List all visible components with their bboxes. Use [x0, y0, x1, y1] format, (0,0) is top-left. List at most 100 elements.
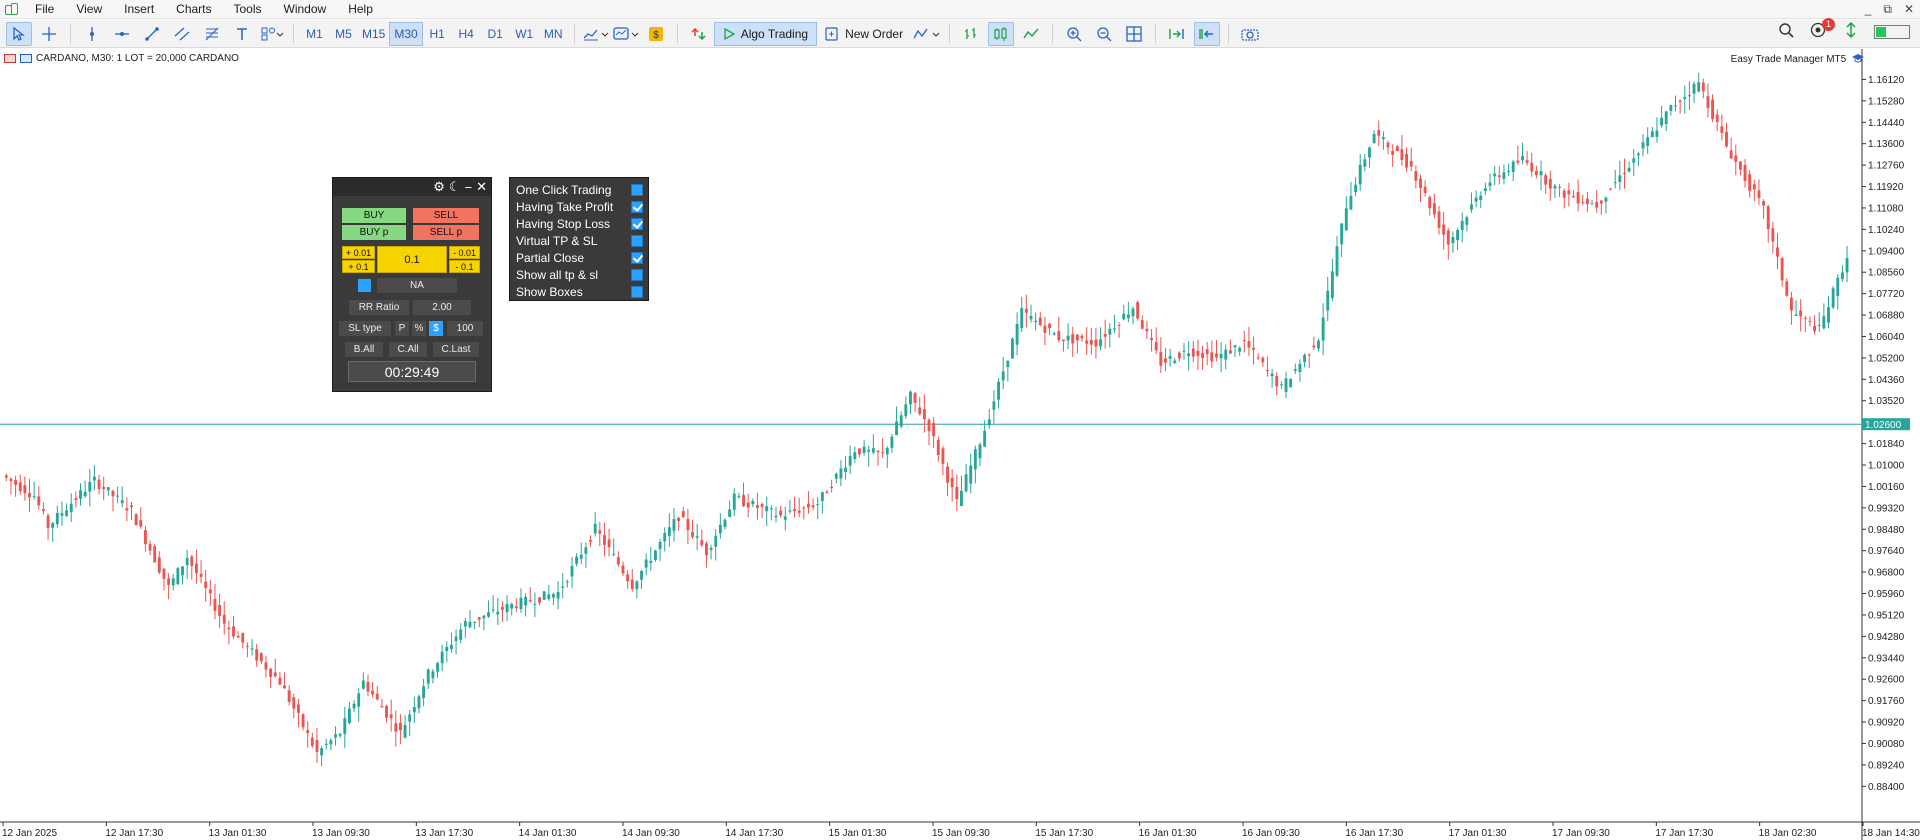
vertical-line-button[interactable] [79, 22, 105, 46]
option-checkbox[interactable] [631, 234, 643, 247]
buy-pending-button[interactable]: BUY p [342, 225, 406, 240]
timeframe-m5[interactable]: M5 [329, 22, 358, 46]
candle-body [1827, 307, 1830, 323]
search-button[interactable] [1778, 22, 1794, 41]
svg-text:$: $ [653, 30, 659, 41]
candle-body [1354, 184, 1358, 193]
candle-body [1409, 160, 1413, 167]
minimize-icon[interactable]: _ [1865, 0, 1872, 19]
notifications-button[interactable]: 1 [1810, 18, 1835, 41]
channel-button[interactable] [169, 22, 195, 46]
fibonacci-button[interactable] [199, 22, 225, 46]
lot-plus-001-button[interactable]: + 0.01 [342, 246, 375, 259]
candle-body [1789, 297, 1793, 311]
candle-body [1757, 190, 1761, 199]
option-having-stop-loss[interactable]: Having Stop Loss [510, 215, 648, 232]
close-all-button[interactable]: C.All [389, 342, 427, 357]
market-button[interactable]: $ [643, 22, 669, 46]
timeframe-d1[interactable]: D1 [481, 22, 510, 46]
candle-body [1173, 360, 1177, 364]
menu-window[interactable]: Window [273, 0, 338, 19]
price-chart[interactable]: 1.16120 1.15280 1.14440 1.13600 1.12760 1.119… [0, 49, 1920, 840]
signals-button[interactable] [913, 22, 941, 46]
option-show-boxes[interactable]: Show Boxes [510, 283, 648, 300]
timeframe-h1[interactable]: H1 [423, 22, 452, 46]
timeframe-w1[interactable]: W1 [510, 22, 539, 46]
menu-help[interactable]: Help [337, 0, 384, 19]
candle-body [997, 381, 1000, 400]
option-checkbox[interactable] [631, 217, 643, 230]
option-checkbox[interactable] [631, 200, 643, 213]
settings-gear-icon[interactable]: ⚙ [433, 179, 445, 195]
indicators-button[interactable] [583, 22, 609, 46]
tile-windows-button[interactable] [1121, 22, 1147, 46]
lot-minus-01-button[interactable]: - 0.1 [449, 260, 480, 273]
new-order-button[interactable]: New Order [817, 22, 911, 46]
sl-type-percent-button[interactable]: % [412, 321, 426, 336]
candle-body [1122, 313, 1126, 320]
option-checkbox[interactable] [631, 285, 643, 298]
horizontal-line-button[interactable] [109, 22, 135, 46]
zoom-out-button[interactable] [1091, 22, 1117, 46]
chart-shift-button[interactable] [1194, 21, 1221, 46]
option-virtual-tp-sl[interactable]: Virtual TP & SL [510, 232, 648, 249]
candlestick-chart-button[interactable] [988, 21, 1015, 46]
menu-file[interactable]: File [24, 0, 65, 19]
candle-body [426, 669, 430, 684]
option-checkbox[interactable] [631, 251, 643, 264]
candle-body [811, 505, 815, 508]
bar-chart-button[interactable] [958, 22, 984, 46]
option-show-all-tp-sl[interactable]: Show all tp & sl [510, 266, 648, 283]
one-click-trading-button[interactable] [686, 22, 712, 46]
timeframe-m30[interactable]: M30 [389, 21, 423, 46]
sl-type-dollar-button[interactable]: $ [429, 321, 443, 336]
sell-pending-button[interactable]: SELL p [413, 225, 479, 240]
option-partial-close[interactable]: Partial Close [510, 249, 648, 266]
crosshair-button[interactable] [36, 22, 62, 46]
candle-body [1201, 352, 1204, 359]
rr-ratio-input[interactable]: 2.00 [413, 300, 471, 315]
menu-charts[interactable]: Charts [165, 0, 222, 19]
menu-view[interactable]: View [65, 0, 113, 19]
lot-size-field[interactable]: 0.1 [377, 246, 447, 273]
candle-body [422, 686, 426, 699]
lot-minus-001-button[interactable]: - 0.01 [449, 246, 480, 259]
timeframe-h4[interactable]: H4 [452, 22, 481, 46]
templates-button[interactable] [613, 22, 639, 46]
na-toggle-checkbox[interactable] [358, 279, 371, 292]
menu-tools[interactable]: Tools [223, 0, 273, 19]
option-having-take-profit[interactable]: Having Take Profit [510, 198, 648, 215]
lot-plus-01-button[interactable]: + 0.1 [342, 260, 375, 273]
cursor-tool-button[interactable] [6, 21, 32, 46]
candle-body [890, 436, 894, 448]
candle-body [463, 621, 467, 627]
line-chart-button[interactable] [1018, 22, 1044, 46]
zoom-in-button[interactable] [1061, 22, 1087, 46]
close-panel-icon[interactable]: ✕ [476, 179, 487, 195]
sl-type-points-button[interactable]: P [395, 321, 409, 336]
timeframe-m15[interactable]: M15 [358, 22, 389, 46]
minimize-panel-icon[interactable]: − [465, 180, 473, 195]
candle-body [264, 662, 268, 670]
theme-moon-icon[interactable]: ☾ [449, 179, 461, 195]
buy-button[interactable]: BUY [342, 208, 406, 223]
option-one-click-trading[interactable]: One Click Trading [510, 181, 648, 198]
close-last-button[interactable]: C.Last [433, 342, 479, 357]
sell-button[interactable]: SELL [413, 208, 479, 223]
algo-trading-button[interactable]: Algo Trading [713, 21, 818, 46]
timeframe-m1[interactable]: M1 [300, 22, 329, 46]
option-checkbox[interactable] [631, 268, 643, 281]
screenshot-button[interactable] [1237, 22, 1263, 46]
trendline-button[interactable] [139, 22, 165, 46]
restore-icon[interactable]: ⧉ [1883, 0, 1892, 19]
timeframe-mn[interactable]: MN [539, 22, 568, 46]
menu-insert[interactable]: Insert [113, 0, 165, 19]
close-icon[interactable]: ✕ [1904, 0, 1914, 19]
auto-scroll-button[interactable] [1164, 22, 1190, 46]
chart-area[interactable]: 1.16120 1.15280 1.14440 1.13600 1.12760 1.119… [0, 49, 1920, 840]
sl-value-input[interactable]: 100 [447, 321, 483, 336]
shapes-button[interactable] [259, 22, 285, 46]
text-tool-button[interactable] [229, 22, 255, 46]
buy-all-button[interactable]: B.All [345, 342, 383, 357]
option-checkbox[interactable] [631, 183, 643, 196]
